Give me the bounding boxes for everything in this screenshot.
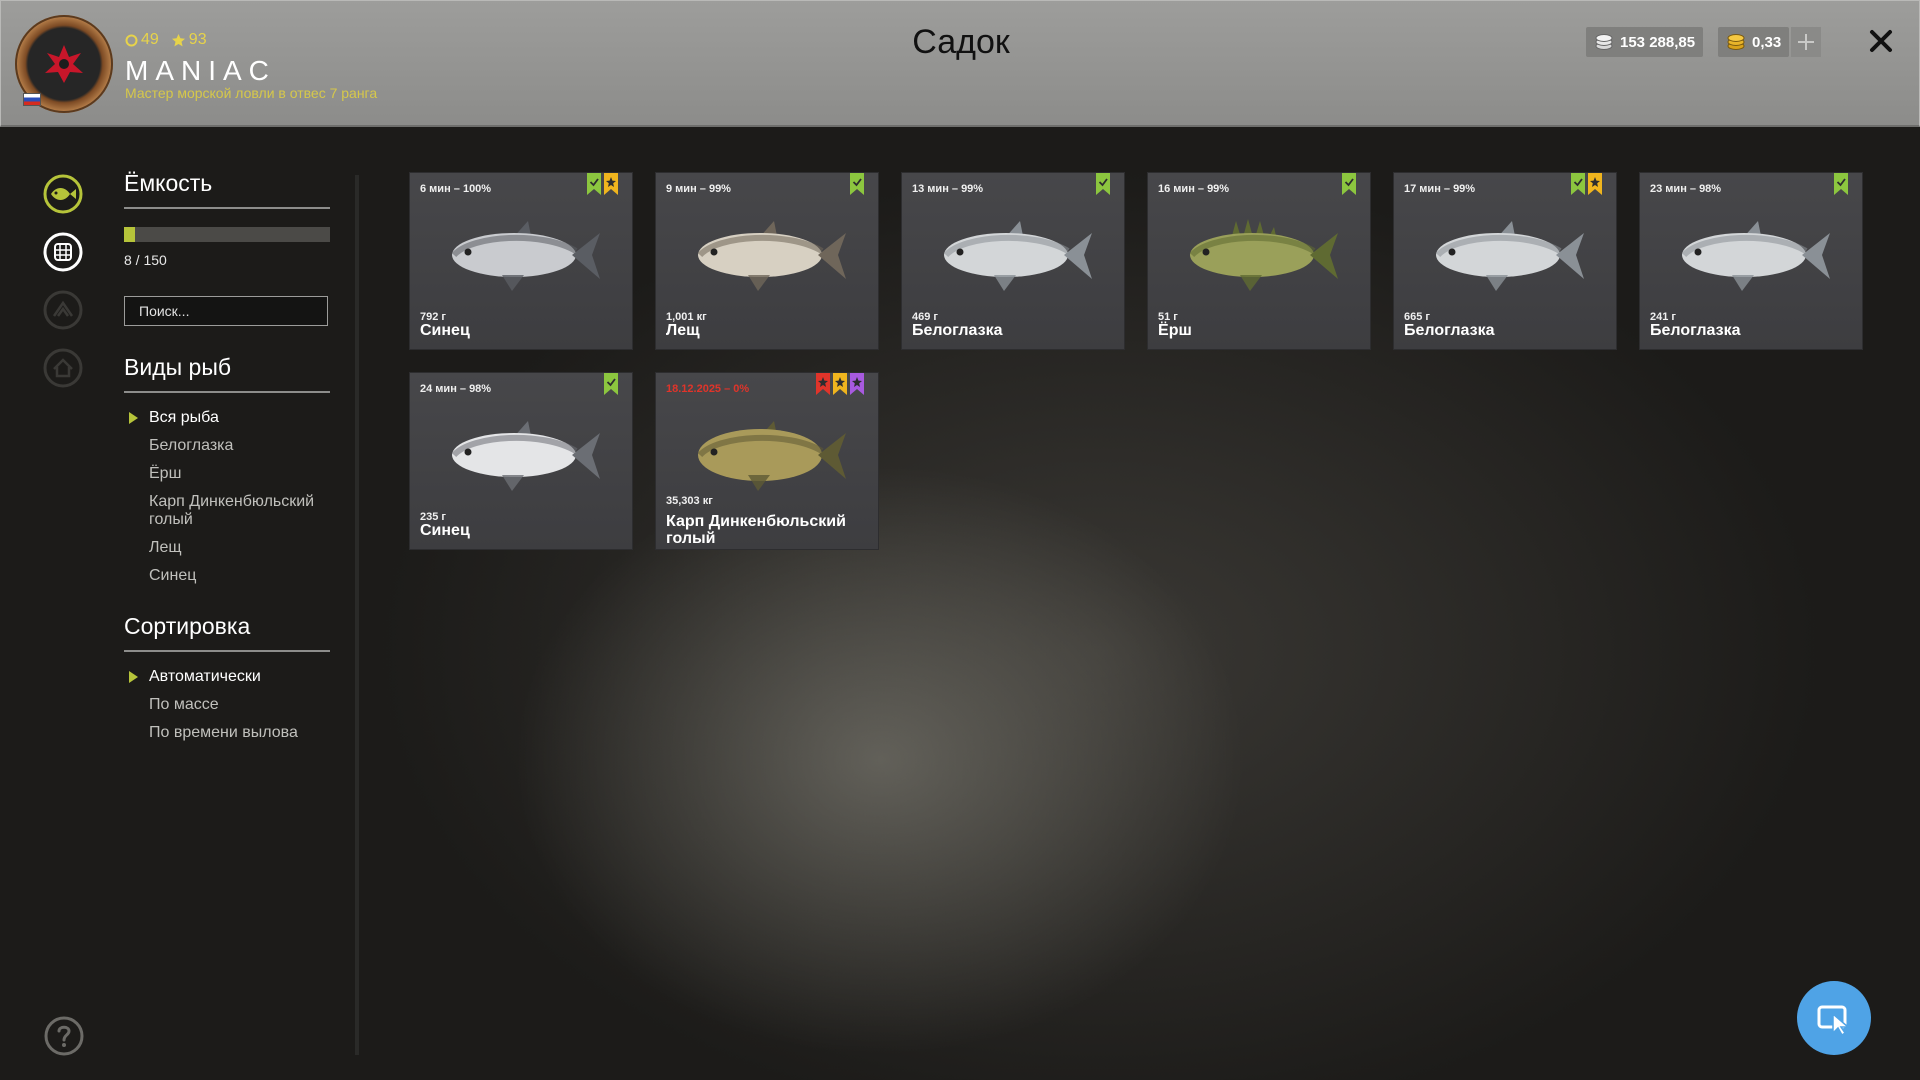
green-bookmark-icon bbox=[587, 173, 601, 195]
silver-balance: 153 288,85 bbox=[1586, 27, 1704, 57]
top-bar: 49 93 MANIAC Мастер морской ловли в отве… bbox=[0, 0, 1920, 127]
fish-card[interactable]: 18.12.2025 – 0% 35,303 кг Карп Динкенбюльс… bbox=[656, 373, 878, 549]
keepnet-icon[interactable] bbox=[43, 232, 83, 272]
fish-name: Синец bbox=[420, 522, 470, 539]
gold-bookmark-icon bbox=[604, 173, 618, 195]
cursor-mode-button[interactable] bbox=[1797, 981, 1871, 1055]
red-bookmark-icon bbox=[816, 373, 830, 395]
fish-badges bbox=[1834, 173, 1848, 195]
search-input[interactable] bbox=[139, 303, 320, 319]
fish-card[interactable]: 23 мин – 98% 241 г Белоглазка bbox=[1640, 173, 1862, 349]
capacity-title: Ёмкость bbox=[124, 170, 330, 209]
fish-card[interactable]: 6 мин – 100% 792 г Синец bbox=[410, 173, 632, 349]
green-bookmark-icon bbox=[850, 173, 864, 195]
sort-option-item[interactable]: По массе bbox=[124, 696, 330, 714]
gold-bookmark-icon bbox=[833, 373, 847, 395]
country-flag-icon bbox=[23, 93, 41, 106]
sort-list: Автоматически По массе По времени вылова bbox=[124, 668, 330, 742]
fish-card[interactable]: 9 мин – 99% 1,001 кг Лещ bbox=[656, 173, 878, 349]
fish-badges bbox=[1571, 173, 1602, 195]
close-button[interactable] bbox=[1863, 23, 1899, 59]
species-filter-item[interactable]: Синец bbox=[124, 567, 330, 585]
green-bookmark-icon bbox=[1571, 173, 1585, 195]
fish-name: Лещ bbox=[666, 322, 700, 339]
species-filter-item[interactable]: Ёрш bbox=[124, 465, 330, 483]
fish-time: 16 мин – 99% bbox=[1158, 183, 1230, 195]
fish-time: 18.12.2025 – 0% bbox=[666, 383, 750, 395]
fish-image bbox=[451, 221, 600, 291]
fish-badges bbox=[587, 173, 618, 195]
gold-coins-icon bbox=[1727, 34, 1745, 50]
capacity-text: 8 / 150 bbox=[124, 252, 167, 268]
home-icon[interactable] bbox=[43, 348, 83, 388]
sort-option-item[interactable]: Автоматически bbox=[124, 668, 330, 686]
fish-time: 24 мин – 98% bbox=[420, 383, 492, 395]
fish-name: Синец bbox=[420, 322, 470, 339]
capacity-bar-fill bbox=[124, 227, 135, 242]
fish-time: 9 мин – 99% bbox=[666, 183, 731, 195]
fish-name: Белоглазка bbox=[1404, 322, 1495, 339]
fish-badges bbox=[604, 373, 618, 395]
species-filter-item[interactable]: Лещ bbox=[124, 539, 330, 557]
species-filter-item[interactable]: Белоглазка bbox=[124, 437, 330, 455]
gold-balance-value: 0,33 bbox=[1752, 33, 1782, 51]
help-icon[interactable] bbox=[44, 1016, 84, 1056]
fish-name: Ёрш bbox=[1158, 322, 1192, 339]
green-bookmark-icon bbox=[1096, 173, 1110, 195]
capacity-bar bbox=[124, 227, 330, 242]
fish-name: Белоглазка bbox=[912, 322, 1003, 339]
fish-image bbox=[1189, 219, 1338, 291]
fish-time: 17 мин – 99% bbox=[1404, 183, 1476, 195]
fish-name: Карп Динкенбюльский голый bbox=[666, 513, 846, 547]
fish-card[interactable]: 24 мин – 98% 235 г Синец bbox=[410, 373, 632, 549]
silver-balance-value: 153 288,85 bbox=[1620, 33, 1696, 51]
species-title: Виды рыб bbox=[124, 354, 330, 393]
fish-badges bbox=[816, 373, 864, 395]
filter-panel: Ёмкость 8 / 150 Виды рыб Вся рыба Белогла… bbox=[124, 170, 330, 752]
player-rank: Мастер морской ловли в отвес 7 ранга bbox=[125, 85, 378, 101]
plus-icon bbox=[1798, 34, 1814, 50]
rank-icon[interactable] bbox=[43, 290, 83, 330]
silver-coins-icon bbox=[1595, 34, 1613, 50]
fish-image bbox=[1435, 221, 1584, 291]
species-filter-item[interactable]: Вся рыба bbox=[124, 409, 330, 427]
search-box[interactable] bbox=[124, 296, 328, 326]
purple-bookmark-icon bbox=[850, 373, 864, 395]
species-list: Вся рыба Белоглазка Ёрш Карп Динкенбюльский… bbox=[124, 409, 330, 585]
fish-weight: 35,303 кг bbox=[666, 495, 713, 507]
sort-title: Сортировка bbox=[124, 613, 330, 652]
add-currency-button[interactable] bbox=[1791, 27, 1821, 57]
green-bookmark-icon bbox=[604, 373, 618, 395]
fish-image bbox=[451, 421, 600, 491]
fish-image bbox=[697, 421, 846, 491]
fish-time: 6 мин – 100% bbox=[420, 183, 492, 195]
green-bookmark-icon bbox=[1834, 173, 1848, 195]
species-filter-item[interactable]: Карп Динкенбюльский голый bbox=[124, 493, 330, 529]
close-icon bbox=[1870, 30, 1892, 52]
fish-icon[interactable] bbox=[43, 174, 83, 214]
fish-time: 23 мин – 98% bbox=[1650, 183, 1722, 195]
fish-image bbox=[943, 221, 1092, 291]
green-bookmark-icon bbox=[1342, 173, 1356, 195]
fish-card[interactable]: 16 мин – 99% 51 г Ёрш bbox=[1148, 173, 1370, 349]
cursor-icon bbox=[1817, 1005, 1851, 1037]
panel-divider bbox=[355, 175, 359, 1055]
gold-balance: 0,33 bbox=[1718, 27, 1790, 57]
fish-badges bbox=[1342, 173, 1356, 195]
fish-image bbox=[697, 221, 846, 291]
gold-bookmark-icon bbox=[1588, 173, 1602, 195]
fish-card[interactable]: 17 мин – 99% 665 г Белоглазка bbox=[1394, 173, 1616, 349]
fish-name: Белоглазка bbox=[1650, 322, 1741, 339]
fish-time: 13 мин – 99% bbox=[912, 183, 984, 195]
fish-badges bbox=[1096, 173, 1110, 195]
sort-option-item[interactable]: По времени вылова bbox=[124, 724, 330, 742]
fish-badges bbox=[850, 173, 864, 195]
fish-card[interactable]: 13 мин – 99% 469 г Белоглазка bbox=[902, 173, 1124, 349]
fish-image bbox=[1681, 221, 1830, 291]
